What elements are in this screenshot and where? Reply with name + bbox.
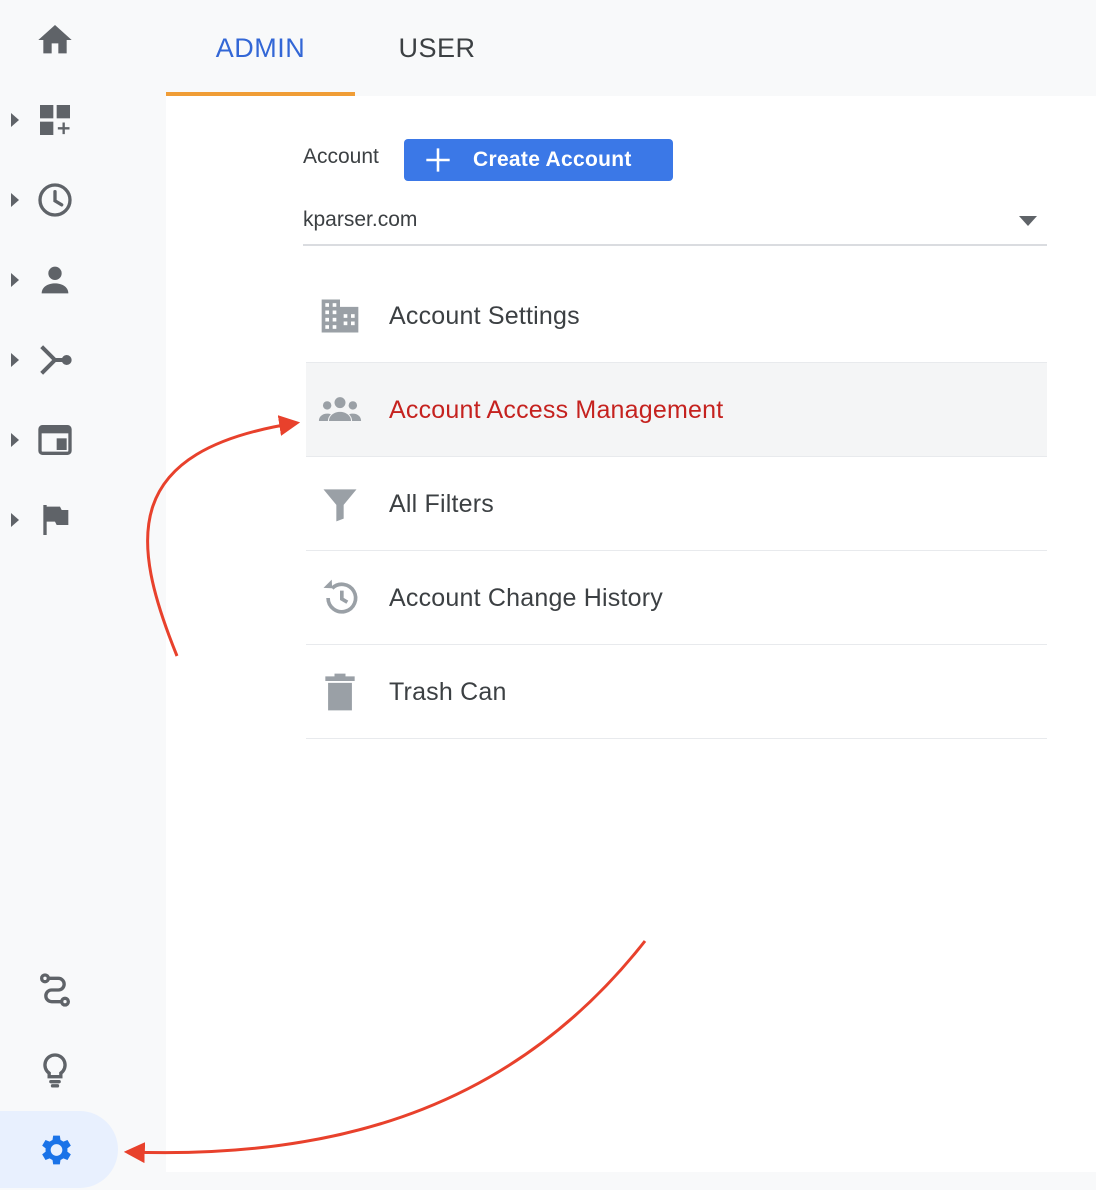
nav-behavior[interactable] xyxy=(0,400,166,480)
filter-icon xyxy=(323,488,357,521)
nav-discover[interactable] xyxy=(0,950,166,1030)
flag-icon xyxy=(43,505,69,535)
menu-item-label: All Filters xyxy=(389,489,494,518)
nav-insights[interactable] xyxy=(0,1030,166,1110)
trash-icon xyxy=(325,673,355,710)
gear-icon xyxy=(42,1135,71,1165)
nav-acquisition[interactable] xyxy=(0,320,166,400)
menu-item-account-change-history[interactable]: Account Change History xyxy=(306,551,1047,645)
expand-caret-icon xyxy=(11,113,19,127)
menu-item-account-settings[interactable]: Account Settings xyxy=(306,269,1047,363)
expand-caret-icon xyxy=(11,433,19,447)
menu-item-label: Account Change History xyxy=(389,583,663,612)
plus-icon xyxy=(426,148,450,172)
tab-user[interactable]: USER xyxy=(361,0,513,96)
account-selector[interactable]: kparser.com xyxy=(303,196,1047,246)
create-account-label: Create Account xyxy=(473,148,632,171)
menu-item-account-access-management[interactable]: Account Access Management xyxy=(306,363,1047,457)
nav-home[interactable] xyxy=(0,0,166,80)
menu-item-all-filters[interactable]: All Filters xyxy=(306,457,1047,551)
clock-icon xyxy=(38,183,72,217)
building-icon xyxy=(321,299,359,332)
person-icon xyxy=(41,266,69,294)
menu-item-trash-can[interactable]: Trash Can xyxy=(306,645,1047,739)
route-icon xyxy=(40,973,70,1007)
expand-caret-icon xyxy=(11,513,19,527)
nav-audience[interactable] xyxy=(0,240,166,320)
history-icon xyxy=(323,579,358,614)
home-icon xyxy=(38,25,72,54)
behavior-icon xyxy=(38,425,72,455)
nav-conversions[interactable] xyxy=(0,480,166,560)
nav-admin[interactable] xyxy=(0,1110,166,1190)
nav-realtime[interactable] xyxy=(0,160,166,240)
menu-item-label: Account Access Management xyxy=(389,395,724,424)
people-icon xyxy=(318,396,362,421)
menu-item-label: Trash Can xyxy=(389,677,507,706)
expand-caret-icon xyxy=(11,273,19,287)
bottom-strip xyxy=(166,1172,1096,1188)
nav-customization[interactable] xyxy=(0,80,166,160)
account-label: Account xyxy=(303,145,379,168)
dropdown-arrow-icon xyxy=(1019,216,1037,226)
expand-caret-icon xyxy=(11,193,19,207)
account-column: Account Create Account kparser.com Accou… xyxy=(166,96,1096,1172)
acquisition-icon xyxy=(40,345,72,375)
account-selected-value: kparser.com xyxy=(303,208,418,231)
tab-admin[interactable]: ADMIN xyxy=(166,0,355,96)
expand-caret-icon xyxy=(11,353,19,367)
account-menu: Account Settings Account Access Manageme… xyxy=(306,269,1047,739)
menu-item-label: Account Settings xyxy=(389,301,580,330)
create-account-button[interactable]: Create Account xyxy=(404,139,673,181)
lightbulb-icon xyxy=(43,1053,67,1088)
left-nav-rail xyxy=(0,0,166,1188)
dashboard-add-icon xyxy=(40,105,70,135)
admin-tabs: ADMIN USER xyxy=(166,0,1096,96)
